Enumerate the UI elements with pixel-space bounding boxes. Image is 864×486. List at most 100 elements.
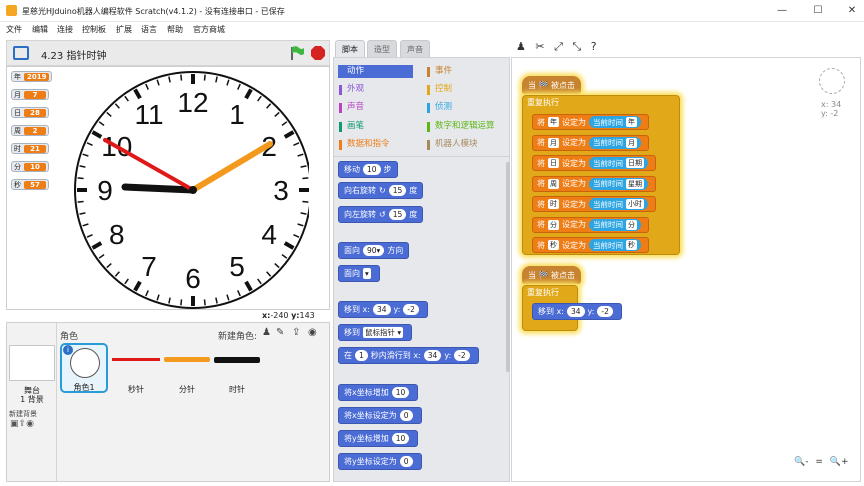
tab-costumes[interactable]: 造型 xyxy=(367,40,397,57)
menu-connect[interactable]: 连接 xyxy=(57,24,73,35)
variable-dropdown[interactable]: 日 xyxy=(548,158,559,168)
block-palette: 动作 外观 声音 画笔 数据和指令 事件 控制 侦测 数字和逻辑运算 机器人模块… xyxy=(333,57,510,482)
block-set-variable[interactable]: 将周设定为 当前时间 星期 xyxy=(532,175,656,192)
fullscreen-icon[interactable] xyxy=(13,46,29,60)
current-time-reporter[interactable]: 当前时间月 xyxy=(589,136,641,149)
grow-icon[interactable]: ⤢ xyxy=(554,40,563,53)
sprite-name[interactable]: 秒针 xyxy=(112,384,160,395)
paint-backdrop-icon[interactable]: ▣ xyxy=(10,419,19,429)
block-set-y[interactable]: 将y坐标设定为 0 xyxy=(338,453,422,470)
info-icon[interactable]: i xyxy=(63,345,73,355)
category-control[interactable]: 控制 xyxy=(426,83,501,96)
category-events[interactable]: 事件 xyxy=(426,65,501,78)
block-goto-xy[interactable]: 移到 x: 34 y: -2 xyxy=(532,303,622,320)
time-field-dropdown[interactable]: 日期 xyxy=(626,158,644,168)
close-button[interactable]: ✕ xyxy=(844,3,860,19)
sprite-name[interactable]: 分针 xyxy=(164,384,210,395)
time-field-dropdown[interactable]: 秒 xyxy=(626,240,637,250)
current-time-reporter[interactable]: 当前时间秒 xyxy=(589,239,641,251)
variable-dropdown[interactable]: 月 xyxy=(548,137,559,148)
variable-dropdown[interactable]: 年 xyxy=(548,117,559,127)
palette-scrollbar[interactable] xyxy=(506,162,510,372)
clock-number: 9 xyxy=(97,175,113,206)
camera-backdrop-icon[interactable]: ◉ xyxy=(26,419,34,429)
upload-backdrop-icon[interactable]: ⇪ xyxy=(19,419,27,429)
block-goto[interactable]: 移到 鼠标指针 ▾ xyxy=(338,324,413,341)
hour-hand-thumb xyxy=(214,357,260,363)
category-operators[interactable]: 数字和逻辑运算 xyxy=(426,120,508,133)
variable-dropdown[interactable]: 周 xyxy=(548,178,559,189)
menu-edit[interactable]: 编辑 xyxy=(32,24,48,35)
time-field-dropdown[interactable]: 小时 xyxy=(626,199,644,209)
block-set-variable[interactable]: 将月设定为 当前时间月 xyxy=(532,134,649,151)
zoom-out-icon[interactable]: 🔍- xyxy=(794,457,808,467)
clock-tick xyxy=(302,177,309,180)
maximize-button[interactable]: ☐ xyxy=(810,3,826,19)
category-sensing[interactable]: 侦测 xyxy=(426,101,501,114)
block-turn-right[interactable]: 向右旋转 ↻ 15 度 xyxy=(338,182,424,199)
block-point-towards[interactable]: 面向 ▾ xyxy=(338,265,380,282)
current-time-reporter[interactable]: 当前时间 日期 xyxy=(589,157,648,169)
block-set-x[interactable]: 将x坐标设定为 0 xyxy=(338,407,422,424)
block-set-variable[interactable]: 将分设定为 当前时间分 xyxy=(532,216,649,233)
zoom-reset-icon[interactable]: = xyxy=(815,457,823,467)
category-looks[interactable]: 外观 xyxy=(338,83,413,96)
menu-extensions[interactable]: 扩展 xyxy=(116,24,132,35)
hat-when-flag-clicked[interactable]: 当 🏁 被点击 xyxy=(522,76,582,94)
sprite-library-icon[interactable]: ♟ xyxy=(262,327,271,338)
hat-when-flag-clicked[interactable]: 当 🏁 被点击 xyxy=(522,266,582,284)
category-pen[interactable]: 画笔 xyxy=(338,120,413,133)
sprite-thumb-clock[interactable]: i 角色1 xyxy=(60,343,108,393)
block-turn-left[interactable]: 向左旋转 ↺ 15 度 xyxy=(338,206,424,223)
menu-help[interactable]: 帮助 xyxy=(167,24,183,35)
stage-canvas[interactable]: 年2019 月7 日28 周2 时21 分10 秒57 121234567891… xyxy=(6,66,330,310)
category-data[interactable]: 数据和指令 xyxy=(338,138,413,151)
sprite-name[interactable]: 时针 xyxy=(214,384,260,395)
project-title[interactable]: 4.23 指针时钟 xyxy=(41,47,106,62)
block-set-variable[interactable]: 将时设定为 当前时间 小时 xyxy=(532,196,656,212)
block-glide[interactable]: 在 1 秒内滑行到 x: 34 y: -2 xyxy=(338,347,479,364)
block-change-x[interactable]: 将x坐标增加 10 xyxy=(338,384,419,401)
new-backdrop-label: 新建背景 xyxy=(9,410,37,418)
block-set-variable[interactable]: 将日设定为 当前时间 日期 xyxy=(532,155,656,171)
tab-sounds[interactable]: 声音 xyxy=(400,40,430,57)
menu-board[interactable]: 控制板 xyxy=(82,24,106,35)
menu-language[interactable]: 语言 xyxy=(141,24,157,35)
block-set-variable[interactable]: 将秒设定为 当前时间秒 xyxy=(532,237,649,253)
current-time-reporter[interactable]: 当前时间 星期 xyxy=(589,177,648,190)
current-time-reporter[interactable]: 当前时间年 xyxy=(589,116,641,128)
delete-icon[interactable]: ✂ xyxy=(535,40,544,53)
script-area[interactable]: x: 34 y: -2 当 🏁 被点击 重复执行 将年设定为 当前时间年将月设定为… xyxy=(511,57,861,482)
time-field-dropdown[interactable]: 分 xyxy=(626,219,637,230)
block-goto-xy[interactable]: 移到 x: 34 y: -2 xyxy=(338,301,428,318)
duplicate-icon[interactable]: ♟ xyxy=(516,40,526,53)
variable-dropdown[interactable]: 分 xyxy=(548,219,559,230)
time-field-dropdown[interactable]: 年 xyxy=(626,117,637,127)
menu-store[interactable]: 官方商城 xyxy=(193,24,225,35)
tab-scripts[interactable]: 脚本 xyxy=(335,40,365,57)
block-change-y[interactable]: 将y坐标增加 10 xyxy=(338,430,419,447)
current-time-reporter[interactable]: 当前时间 小时 xyxy=(589,198,648,210)
block-move[interactable]: 移动 10 步 xyxy=(338,161,398,178)
shrink-icon[interactable]: ⤡ xyxy=(572,40,581,53)
paint-sprite-icon[interactable]: ✎ xyxy=(276,327,284,338)
block-point-direction[interactable]: 面向 90▾ 方向 xyxy=(338,242,410,259)
menu-file[interactable]: 文件 xyxy=(6,24,22,35)
time-field-dropdown[interactable]: 月 xyxy=(626,137,637,148)
category-sound[interactable]: 声音 xyxy=(338,101,413,114)
block-set-variable[interactable]: 将年设定为 当前时间年 xyxy=(532,114,649,130)
help-icon[interactable]: ? xyxy=(591,40,597,53)
current-time-reporter[interactable]: 当前时间分 xyxy=(589,218,641,231)
minimize-button[interactable]: — xyxy=(774,3,790,19)
upload-sprite-icon[interactable]: ⇪ xyxy=(292,327,300,338)
variable-dropdown[interactable]: 秒 xyxy=(548,240,559,250)
camera-sprite-icon[interactable]: ◉ xyxy=(308,327,317,338)
stop-icon[interactable] xyxy=(310,45,326,61)
time-field-dropdown[interactable]: 星期 xyxy=(626,178,644,189)
category-robot[interactable]: 机器人模块 xyxy=(426,138,501,151)
zoom-in-icon[interactable]: 🔍+ xyxy=(830,457,849,467)
category-motion[interactable]: 动作 xyxy=(338,65,413,78)
variable-dropdown[interactable]: 时 xyxy=(548,199,559,209)
stage-thumbnail[interactable] xyxy=(9,345,55,381)
green-flag-icon[interactable] xyxy=(289,45,305,61)
